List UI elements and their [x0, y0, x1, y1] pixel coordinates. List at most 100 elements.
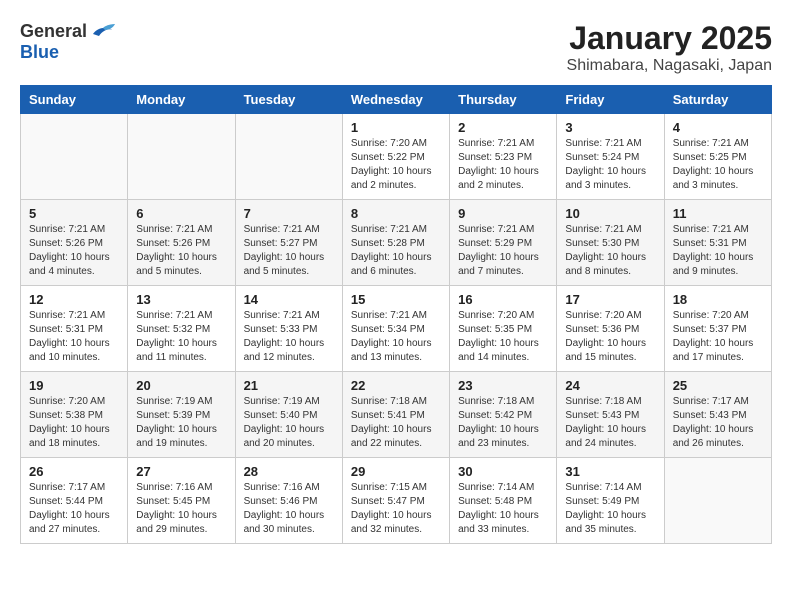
day-number: 30 [458, 464, 548, 479]
day-info: Sunrise: 7:21 AM Sunset: 5:34 PM Dayligh… [351, 309, 441, 365]
header-tuesday: Tuesday [235, 86, 342, 114]
calendar-week-3: 19 Sunrise: 7:20 AM Sunset: 5:38 PM Dayli… [21, 372, 772, 458]
day-number: 28 [244, 464, 334, 479]
day-number: 6 [136, 206, 226, 221]
day-info: Sunrise: 7:21 AM Sunset: 5:30 PM Dayligh… [565, 223, 655, 279]
header-sunday: Sunday [21, 86, 128, 114]
day-number: 19 [29, 378, 119, 393]
calendar-cell: 5Sunrise: 7:21 AM Sunset: 5:26 PM Daylig… [21, 200, 128, 286]
header-monday: Monday [128, 86, 235, 114]
calendar-cell: 1Sunrise: 7:20 AM Sunset: 5:22 PM Daylig… [342, 114, 449, 200]
day-info: Sunrise: 7:16 AM Sunset: 5:46 PM Dayligh… [244, 481, 334, 537]
calendar-cell [128, 114, 235, 200]
day-number: 24 [565, 378, 655, 393]
calendar-cell: 28 Sunrise: 7:16 AM Sunset: 5:46 PM Dayli… [235, 458, 342, 544]
calendar-week-2: 12 Sunrise: 7:21 AM Sunset: 5:31 PM Dayli… [21, 286, 772, 372]
day-info: Sunrise: 7:21 AM Sunset: 5:27 PM Dayligh… [244, 223, 334, 279]
calendar-cell: 23 Sunrise: 7:18 AM Sunset: 5:42 PM Dayli… [450, 372, 557, 458]
calendar-cell: 4 Sunrise: 7:21 AM Sunset: 5:25 PM Daylig… [664, 114, 771, 200]
day-info: Sunrise: 7:15 AM Sunset: 5:47 PM Dayligh… [351, 481, 441, 537]
day-number: 23 [458, 378, 548, 393]
day-number: 13 [136, 292, 226, 307]
day-info: Sunrise: 7:20 AM Sunset: 5:35 PM Dayligh… [458, 309, 548, 365]
header-wednesday: Wednesday [342, 86, 449, 114]
day-number: 2 [458, 120, 548, 135]
day-info: Sunrise: 7:19 AM Sunset: 5:39 PM Dayligh… [136, 395, 226, 451]
day-info: Sunrise: 7:21 AM Sunset: 5:31 PM Dayligh… [673, 223, 763, 279]
day-info: Sunrise: 7:21 AM Sunset: 5:23 PM Dayligh… [458, 137, 548, 193]
day-info: Sunrise: 7:21 AM Sunset: 5:25 PM Dayligh… [673, 137, 763, 193]
day-number: 27 [136, 464, 226, 479]
day-info: Sunrise: 7:20 AM Sunset: 5:36 PM Dayligh… [565, 309, 655, 365]
logo: General Blue [20, 20, 117, 63]
calendar-cell: 16 Sunrise: 7:20 AM Sunset: 5:35 PM Dayli… [450, 286, 557, 372]
day-number: 15 [351, 292, 441, 307]
day-info: Sunrise: 7:19 AM Sunset: 5:40 PM Dayligh… [244, 395, 334, 451]
calendar-cell: 14Sunrise: 7:21 AM Sunset: 5:33 PM Dayli… [235, 286, 342, 372]
calendar-cell: 3 Sunrise: 7:21 AM Sunset: 5:24 PM Daylig… [557, 114, 664, 200]
day-info: Sunrise: 7:14 AM Sunset: 5:49 PM Dayligh… [565, 481, 655, 537]
day-number: 16 [458, 292, 548, 307]
day-info: Sunrise: 7:18 AM Sunset: 5:42 PM Dayligh… [458, 395, 548, 451]
day-number: 3 [565, 120, 655, 135]
day-number: 10 [565, 206, 655, 221]
logo-blue: Blue [20, 42, 59, 63]
calendar-cell: 10 Sunrise: 7:21 AM Sunset: 5:30 PM Dayli… [557, 200, 664, 286]
day-number: 25 [673, 378, 763, 393]
calendar-table: Sunday Monday Tuesday Wednesday Thursday… [20, 85, 772, 544]
day-number: 29 [351, 464, 441, 479]
calendar-cell: 9Sunrise: 7:21 AM Sunset: 5:29 PM Daylig… [450, 200, 557, 286]
day-info: Sunrise: 7:21 AM Sunset: 5:26 PM Dayligh… [136, 223, 226, 279]
calendar-cell [21, 114, 128, 200]
day-info: Sunrise: 7:21 AM Sunset: 5:32 PM Dayligh… [136, 309, 226, 365]
header-thursday: Thursday [450, 86, 557, 114]
day-number: 12 [29, 292, 119, 307]
calendar-cell: 13 Sunrise: 7:21 AM Sunset: 5:32 PM Dayli… [128, 286, 235, 372]
logo-general: General [20, 21, 87, 42]
calendar-cell: 30 Sunrise: 7:14 AM Sunset: 5:48 PM Dayli… [450, 458, 557, 544]
calendar-subtitle: Shimabara, Nagasaki, Japan [567, 57, 772, 75]
day-info: Sunrise: 7:14 AM Sunset: 5:48 PM Dayligh… [458, 481, 548, 537]
calendar-cell [664, 458, 771, 544]
day-info: Sunrise: 7:18 AM Sunset: 5:41 PM Dayligh… [351, 395, 441, 451]
calendar-week-0: 1Sunrise: 7:20 AM Sunset: 5:22 PM Daylig… [21, 114, 772, 200]
calendar-cell: 15 Sunrise: 7:21 AM Sunset: 5:34 PM Dayli… [342, 286, 449, 372]
day-number: 20 [136, 378, 226, 393]
day-info: Sunrise: 7:21 AM Sunset: 5:31 PM Dayligh… [29, 309, 119, 365]
day-number: 26 [29, 464, 119, 479]
header: General Blue January 2025 Shimabara, Nag… [20, 20, 772, 75]
day-info: Sunrise: 7:20 AM Sunset: 5:38 PM Dayligh… [29, 395, 119, 451]
day-info: Sunrise: 7:21 AM Sunset: 5:33 PM Dayligh… [244, 309, 334, 365]
day-number: 1 [351, 120, 441, 135]
calendar-cell: 21 Sunrise: 7:19 AM Sunset: 5:40 PM Dayli… [235, 372, 342, 458]
calendar-cell: 19 Sunrise: 7:20 AM Sunset: 5:38 PM Dayli… [21, 372, 128, 458]
calendar-cell: 12 Sunrise: 7:21 AM Sunset: 5:31 PM Dayli… [21, 286, 128, 372]
calendar-cell: 22 Sunrise: 7:18 AM Sunset: 5:41 PM Dayli… [342, 372, 449, 458]
day-info: Sunrise: 7:21 AM Sunset: 5:28 PM Dayligh… [351, 223, 441, 279]
day-number: 18 [673, 292, 763, 307]
day-info: Sunrise: 7:21 AM Sunset: 5:24 PM Dayligh… [565, 137, 655, 193]
day-number: 17 [565, 292, 655, 307]
calendar-week-4: 26 Sunrise: 7:17 AM Sunset: 5:44 PM Dayli… [21, 458, 772, 544]
day-number: 22 [351, 378, 441, 393]
calendar-cell: 18Sunrise: 7:20 AM Sunset: 5:37 PM Dayli… [664, 286, 771, 372]
day-number: 7 [244, 206, 334, 221]
calendar-cell: 25 Sunrise: 7:17 AM Sunset: 5:43 PM Dayli… [664, 372, 771, 458]
calendar-cell: 24 Sunrise: 7:18 AM Sunset: 5:43 PM Dayli… [557, 372, 664, 458]
day-info: Sunrise: 7:16 AM Sunset: 5:45 PM Dayligh… [136, 481, 226, 537]
day-info: Sunrise: 7:18 AM Sunset: 5:43 PM Dayligh… [565, 395, 655, 451]
calendar-cell: 8Sunrise: 7:21 AM Sunset: 5:28 PM Daylig… [342, 200, 449, 286]
day-info: Sunrise: 7:17 AM Sunset: 5:43 PM Dayligh… [673, 395, 763, 451]
header-saturday: Saturday [664, 86, 771, 114]
header-friday: Friday [557, 86, 664, 114]
day-number: 4 [673, 120, 763, 135]
calendar-cell: 17 Sunrise: 7:20 AM Sunset: 5:36 PM Dayli… [557, 286, 664, 372]
day-info: Sunrise: 7:17 AM Sunset: 5:44 PM Dayligh… [29, 481, 119, 537]
day-number: 9 [458, 206, 548, 221]
calendar-cell: 2 Sunrise: 7:21 AM Sunset: 5:23 PM Daylig… [450, 114, 557, 200]
title-area: January 2025 Shimabara, Nagasaki, Japan [567, 20, 772, 75]
day-number: 21 [244, 378, 334, 393]
day-number: 11 [673, 206, 763, 221]
calendar-cell: 29 Sunrise: 7:15 AM Sunset: 5:47 PM Dayli… [342, 458, 449, 544]
calendar-cell: 26 Sunrise: 7:17 AM Sunset: 5:44 PM Dayli… [21, 458, 128, 544]
